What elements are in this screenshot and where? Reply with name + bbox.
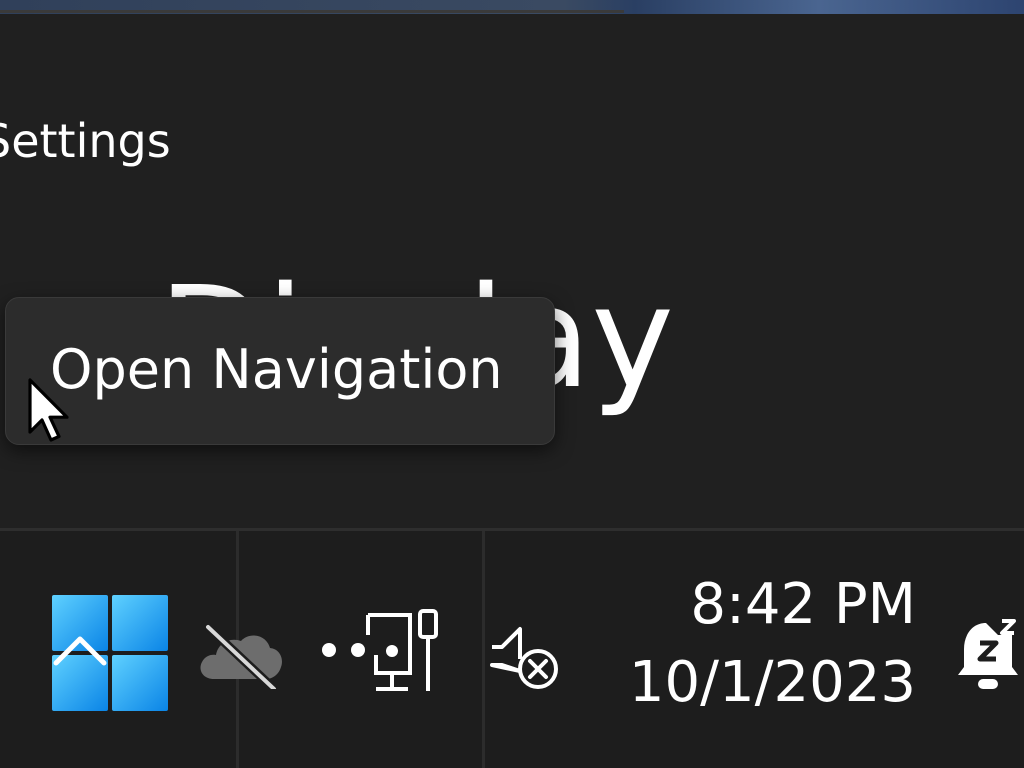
network-ethernet-icon[interactable] <box>318 607 444 697</box>
desktop-screen: Settings Display Open Navigation <box>0 0 1024 768</box>
taskbar-clock[interactable]: 8:42 PM 10/1/2023 <box>629 577 916 711</box>
open-navigation-tooltip: Open Navigation <box>5 297 555 445</box>
taskbar: 8:42 PM 10/1/2023 <box>0 528 1024 768</box>
notifications-snooze-icon[interactable] <box>956 613 1024 693</box>
settings-window: Settings Display <box>0 14 1024 529</box>
clock-date: 10/1/2023 <box>628 650 916 715</box>
volume-muted-icon[interactable] <box>488 621 564 693</box>
window-border <box>0 10 624 13</box>
app-title: Settings <box>0 114 171 168</box>
taskbar-divider <box>482 531 485 768</box>
clock-time: 8:42 PM <box>690 572 916 637</box>
tooltip-text: Open Navigation <box>50 338 503 401</box>
windows-start-icon[interactable] <box>52 595 170 713</box>
mouse-pointer-icon <box>28 378 69 442</box>
onedrive-offline-icon[interactable] <box>196 619 284 689</box>
